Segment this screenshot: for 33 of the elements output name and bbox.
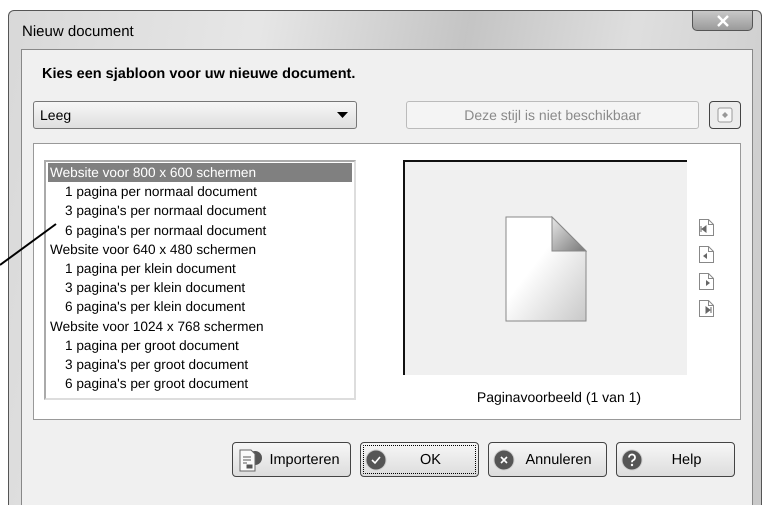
first-page-icon[interactable] — [698, 218, 715, 236]
close-button[interactable] — [692, 11, 753, 31]
next-page-icon[interactable] — [698, 272, 715, 290]
template-item[interactable]: 1 pagina per klein document — [48, 259, 352, 278]
template-item[interactable]: 3 pagina's per groot document — [48, 355, 352, 374]
template-item[interactable]: 6 pagina's per normaal document — [48, 220, 352, 240]
document-import-icon — [237, 446, 263, 472]
style-dropdown[interactable]: Leeg — [33, 101, 357, 129]
help-icon — [621, 448, 643, 470]
previous-page-icon[interactable] — [698, 244, 715, 264]
checkmark-icon — [365, 448, 387, 470]
template-item[interactable]: Website voor 640 x 480 schermen — [48, 240, 352, 260]
dialog-heading: Kies een sjabloon voor uw nieuwe document. — [42, 66, 356, 84]
template-item[interactable]: 3 pagina's per klein document — [48, 278, 352, 298]
template-item[interactable]: 1 pagina per groot document — [48, 336, 352, 356]
dropdown-arrow-icon — [337, 112, 348, 118]
last-page-icon[interactable] — [698, 298, 715, 318]
dialog-button[interactable]: Annuleren — [488, 442, 607, 477]
dialog-button[interactable]: Help — [616, 442, 735, 477]
template-item[interactable]: 6 pagina's per klein document — [48, 297, 352, 317]
window-title: Nieuw document — [22, 23, 134, 40]
add-style-button[interactable] — [709, 101, 741, 129]
template-item[interactable]: Website voor 800 x 600 schermen — [48, 163, 352, 182]
dialog-button[interactable]: OK — [360, 442, 479, 477]
preview-caption: Paginavoorbeeld (1 van 1) — [476, 389, 642, 405]
close-icon — [716, 14, 730, 26]
template-item[interactable]: 6 pagina's per groot document — [48, 374, 352, 394]
template-item[interactable]: 1 pagina per normaal document — [48, 182, 352, 202]
cancel-icon — [493, 448, 515, 470]
blank-page-icon — [505, 216, 587, 322]
template-item[interactable]: Website voor 1024 x 768 schermen — [48, 316, 352, 336]
dialog-button[interactable]: Importeren — [232, 442, 351, 477]
template-item[interactable]: 3 pagina's per normaal document — [48, 201, 352, 221]
